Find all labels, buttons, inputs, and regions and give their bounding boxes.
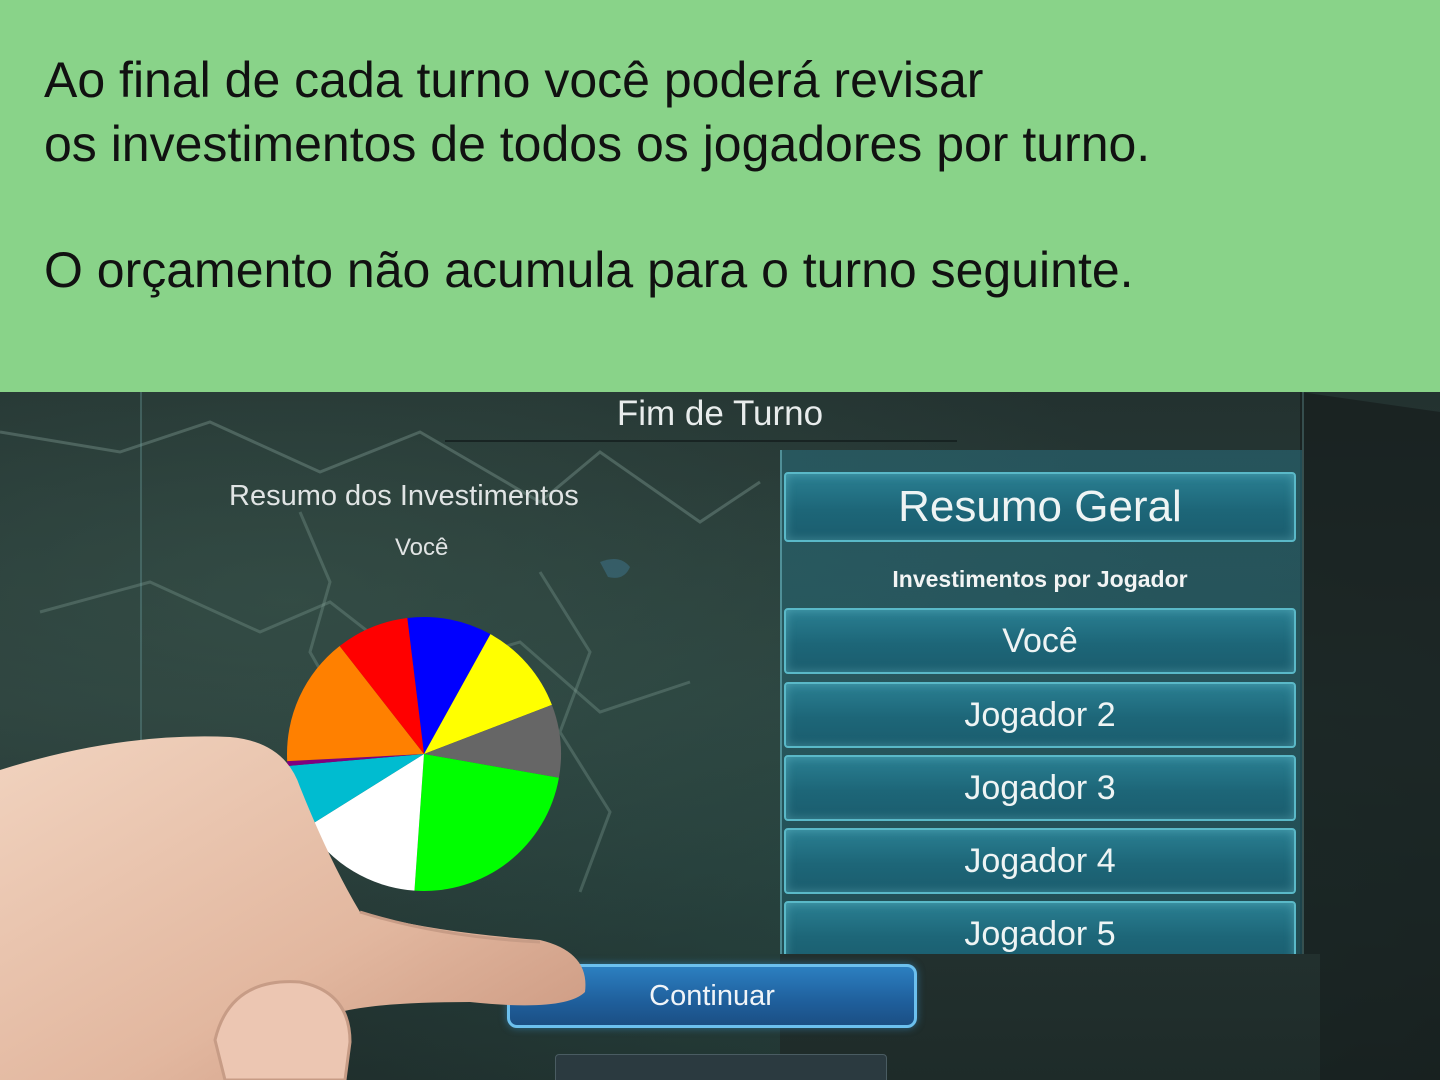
game-screen: Fim de Turno Resumo dos Investimentos Vo… bbox=[0, 392, 1440, 1080]
instruction-line-2: os investimentos de todos os jogadores p… bbox=[44, 116, 1151, 172]
instruction-banner: Ao final de cada turno você poderá revis… bbox=[0, 0, 1440, 392]
hand-image bbox=[0, 736, 586, 1080]
instruction-line-1: Ao final de cada turno você poderá revis… bbox=[44, 52, 984, 108]
instruction-line-3: O orçamento não acumula para o turno seg… bbox=[44, 242, 1134, 298]
